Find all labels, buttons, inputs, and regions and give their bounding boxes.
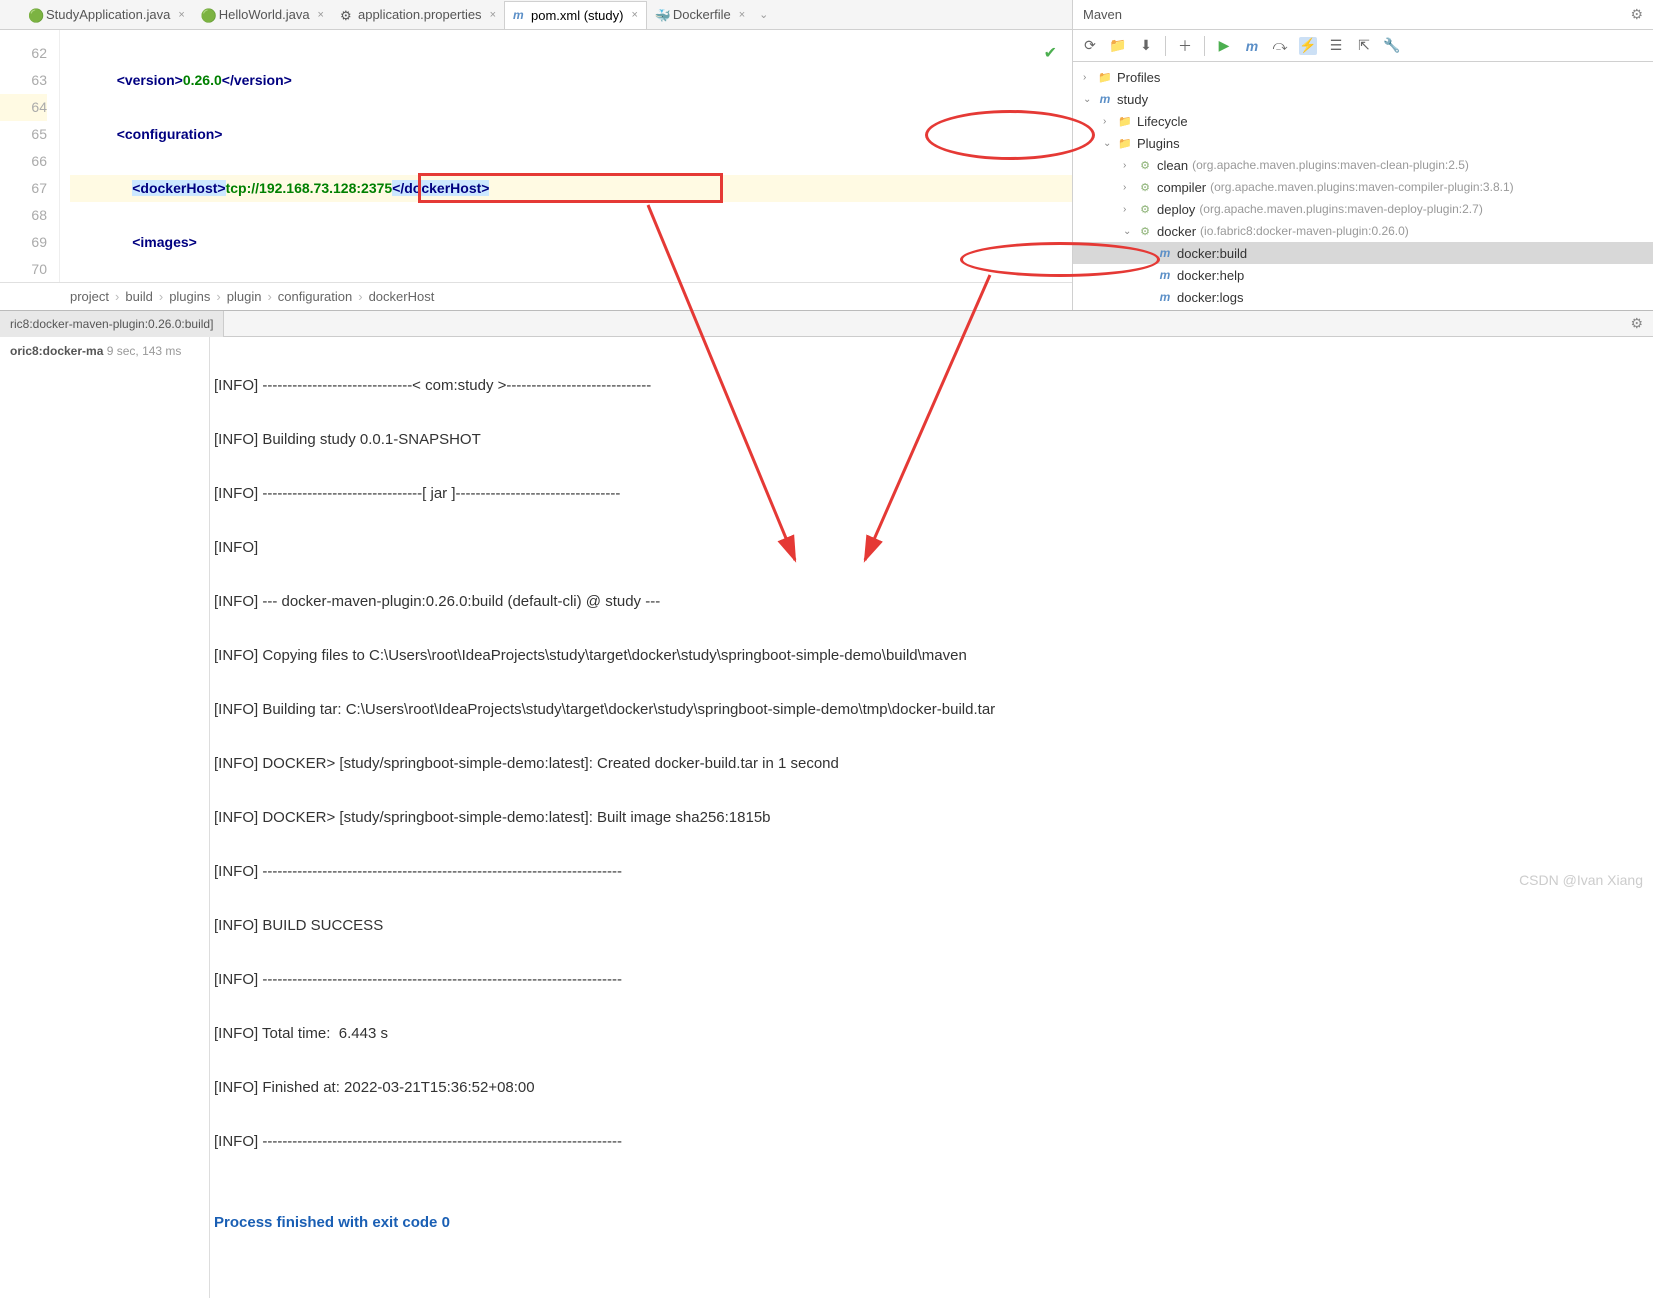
tree-plugin-clean[interactable]: ›⚙clean(org.apache.maven.plugins:maven-c… [1073,154,1653,176]
docker-icon: 🐳 [655,8,669,22]
tab-dockerfile[interactable]: 🐳Dockerfile× [647,1,753,29]
close-icon[interactable]: × [631,9,637,21]
maven-icon: m [513,8,527,22]
toggle-offline-icon[interactable]: ⚡ [1299,37,1317,55]
plugin-icon: ⚙ [1137,179,1153,195]
tree-lifecycle[interactable]: ›📁Lifecycle [1073,110,1653,132]
run-config-tab[interactable]: ric8:docker-maven-plugin:0.26.0:build] [0,311,224,337]
breadcrumb[interactable]: project› build› plugins› plugin› configu… [0,282,1072,310]
chevron-down-icon[interactable]: ⌄ [759,8,768,21]
close-icon[interactable]: × [318,9,324,21]
java-class-icon: 🟢 [28,8,42,22]
tree-plugin-compiler[interactable]: ›⚙compiler(org.apache.maven.plugins:mave… [1073,176,1653,198]
gear-icon[interactable]: ⚙ [1630,6,1643,23]
tab-studyapplication[interactable]: 🟢StudyApplication.java× [20,1,193,29]
plugin-icon: ⚙ [1137,157,1153,173]
line-gutter: 626364656667686970 [0,30,60,282]
plugin-icon: ⚙ [1137,201,1153,217]
tab-application-properties[interactable]: ⚙application.properties× [332,1,504,29]
maven-icon: m [1097,91,1113,107]
maven-toolbar: ⟳ 📁 ⬇ ＋ ▶ m ⤼ ⚡ ☰ ⇱ 🔧 [1073,30,1653,62]
skip-icon[interactable]: ⤼ [1271,37,1289,55]
folder-icon: 📁 [1117,135,1133,151]
tree-goal-docker-logs[interactable]: mdocker:logs [1073,286,1653,308]
collapse-icon[interactable]: ⇱ [1355,37,1373,55]
maven-panel: Maven ⚙ ⟳ 📁 ⬇ ＋ ▶ m ⤼ ⚡ ☰ ⇱ 🔧 ›📁Profiles… [1073,0,1653,310]
tree-plugin-deploy[interactable]: ›⚙deploy(org.apache.maven.plugins:maven-… [1073,198,1653,220]
code-content[interactable]: <version>0.26.0</version> <configuration… [60,30,1072,282]
folder-icon: 📁 [1117,113,1133,129]
editor-tabs: 🟢StudyApplication.java× 🟢HelloWorld.java… [0,0,1072,30]
maven-tree[interactable]: ›📁Profiles ⌄mstudy ›📁Lifecycle ⌄📁Plugins… [1073,62,1653,310]
close-icon[interactable]: × [178,9,184,21]
tree-study[interactable]: ⌄mstudy [1073,88,1653,110]
maven-goal-icon: m [1157,289,1173,305]
props-icon: ⚙ [340,8,354,22]
tab-pom-xml[interactable]: mpom.xml (study)× [504,1,647,29]
maven-goal-icon: m [1157,267,1173,283]
tree-profiles[interactable]: ›📁Profiles [1073,66,1653,88]
check-icon: ✔ [1044,40,1057,67]
run-icon[interactable]: ▶ [1215,37,1233,55]
maven-m-icon[interactable]: m [1243,37,1261,55]
watermark: CSDN @Ivan Xiang [1519,872,1643,888]
tree-goal-docker-build[interactable]: mdocker:build [1073,242,1653,264]
console-output[interactable]: [INFO] ------------------------------< c… [210,337,1653,1298]
run-tool-window: ric8:docker-maven-plugin:0.26.0:build] ⚙… [0,310,1653,894]
editor-pane: 🟢StudyApplication.java× 🟢HelloWorld.java… [0,0,1073,310]
add-icon[interactable]: ＋ [1176,37,1194,55]
close-icon[interactable]: × [739,9,745,21]
reload-icon[interactable]: ⟳ [1081,37,1099,55]
gear-icon[interactable]: ⚙ [1630,315,1643,332]
close-icon[interactable]: × [490,9,496,21]
folder-icon[interactable]: 📁 [1109,37,1127,55]
java-class-icon: 🟢 [201,8,215,22]
maven-title: Maven [1083,7,1122,22]
show-options-icon[interactable]: ☰ [1327,37,1345,55]
plugin-icon: ⚙ [1137,223,1153,239]
download-icon[interactable]: ⬇ [1137,37,1155,55]
maven-goal-icon: m [1157,245,1173,261]
tab-helloworld[interactable]: 🟢HelloWorld.java× [193,1,332,29]
tree-plugins[interactable]: ⌄📁Plugins [1073,132,1653,154]
tree-plugin-docker[interactable]: ⌄⚙docker(io.fabric8:docker-maven-plugin:… [1073,220,1653,242]
wrench-icon[interactable]: 🔧 [1383,37,1401,55]
folder-icon: 📁 [1097,69,1113,85]
run-side-panel: oric8:docker-ma 9 sec, 143 ms [0,337,210,1298]
tree-goal-docker-help[interactable]: mdocker:help [1073,264,1653,286]
